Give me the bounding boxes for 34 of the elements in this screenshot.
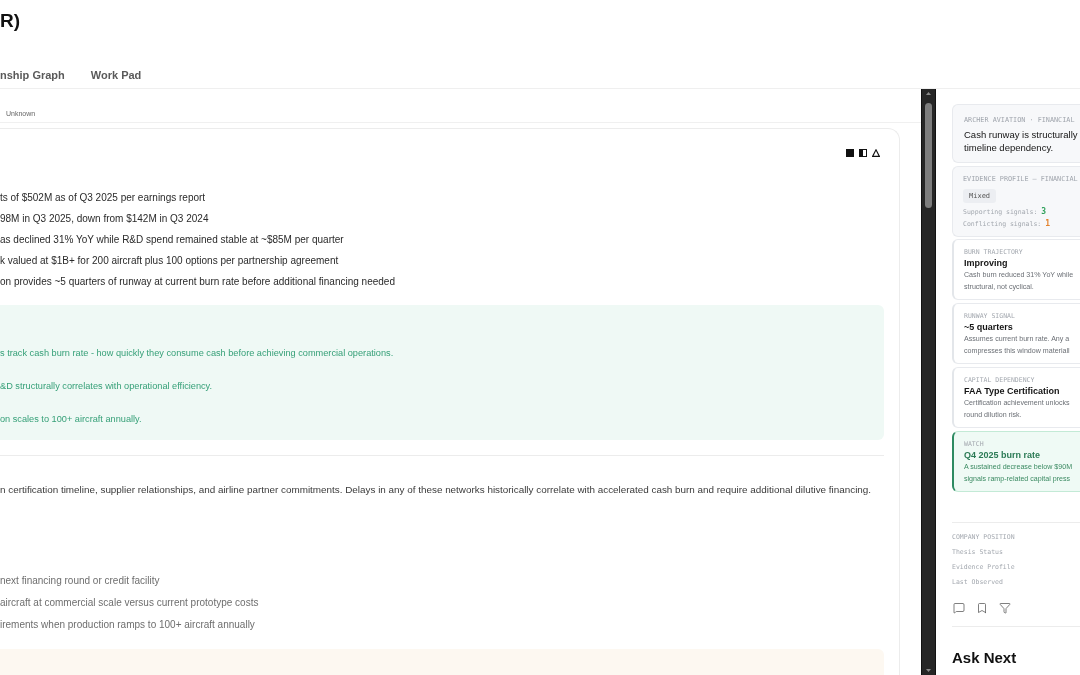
half-filled-square-icon [859, 149, 867, 157]
card-title: Q4 2025 burn rate [964, 449, 1041, 461]
comment-icon[interactable] [953, 602, 965, 614]
signal-count: 1 [1045, 218, 1051, 230]
card-title: FAA Type Certification [964, 385, 1060, 397]
fact-text: on provides ~5 quarters of runway at current burn rate before additional financing needed [0, 275, 395, 289]
scroll-down-icon[interactable] [926, 669, 931, 672]
tab[interactable]: nship Graph [0, 68, 65, 82]
triangle-icon [872, 149, 880, 157]
insight-text: on scales to 100+ aircraft annually. [0, 413, 142, 426]
fact-text: k valued at $1B+ for 200 aircraft plus 100 options per partnership agreement [0, 254, 339, 268]
filled-square-icon [846, 149, 854, 157]
bookmark-icon[interactable] [976, 602, 988, 614]
question-text: aircraft at commercial scale versus current prototype costs [0, 596, 259, 610]
scrollbar-track[interactable] [921, 89, 936, 675]
thesis-text: Cash runway is structurally [964, 128, 1078, 141]
scroll-up-icon[interactable] [926, 92, 931, 95]
section-heading: Ask Next [952, 649, 1017, 666]
insight-text: s track cash burn rate - how quickly they consume cash before achieving commercial operations. [0, 347, 394, 360]
thesis-text: timeline dependency. [964, 141, 1054, 154]
fact-text: ts of $502M as of Q3 2025 per earnings report [0, 191, 206, 205]
signal-count: 3 [1041, 206, 1047, 218]
insight-text: &D structurally correlates with operational efficiency. [0, 380, 213, 393]
question-text: next financing round or credit facility [0, 574, 160, 588]
paragraph-text: n certification timeline, supplier relationships, and airline partner commitments. Delays in any of these networks historically correlate with accelerated cash burn and require additional dilutive financing. [0, 483, 872, 497]
page-title: R) [0, 10, 21, 31]
fact-text: 98M in Q3 2025, down from $142M in Q3 2024 [0, 212, 209, 226]
card-title: Improving [964, 257, 1008, 269]
scrollbar-thumb[interactable] [925, 103, 932, 208]
card-title: ~5 quarters [964, 321, 1013, 333]
tab[interactable]: Work Pad [90, 68, 142, 82]
fact-text: as declined 31% YoY while R&D spend remained stable at ~$85M per quarter [0, 233, 344, 247]
question-text: irements when production ramps to 100+ aircraft annually [0, 618, 255, 632]
filter-icon[interactable] [999, 602, 1011, 614]
